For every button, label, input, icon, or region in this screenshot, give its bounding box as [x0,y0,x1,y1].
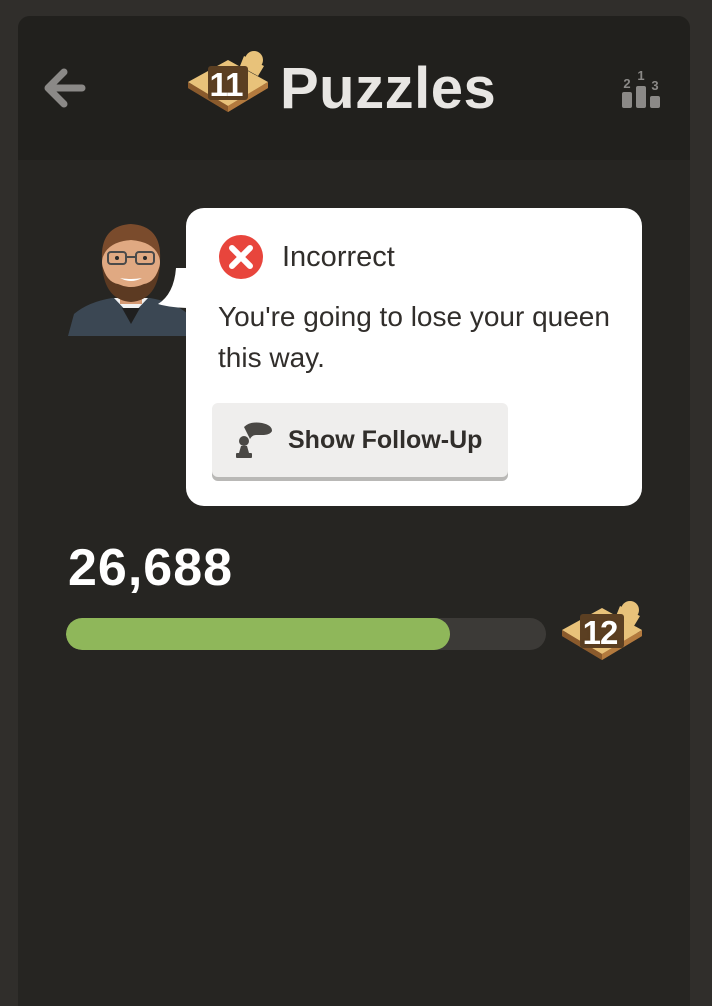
level-progress-fill [66,618,450,650]
feedback-bubble: Incorrect You're going to lose your quee… [186,208,642,506]
podium-rank-2: 2 [623,76,630,91]
puzzles-panel: 11 Puzzles 2 1 3 Incorrect You're going … [18,16,690,1006]
podium-icon: 2 1 3 [622,68,660,108]
x-circle-icon [219,235,263,279]
header-bar: 11 Puzzles 2 1 3 [18,16,690,160]
puzzle-level-number: 11 [209,66,244,103]
show-follow-up-label: Show Follow-Up [288,425,483,454]
leaderboard-button[interactable]: 2 1 3 [616,64,666,112]
show-follow-up-button[interactable]: Show Follow-Up [212,403,508,477]
next-level-number: 12 [582,614,619,651]
next-level-badge: 12 [558,594,646,678]
feedback-message: You're going to lose your queen this way… [218,301,610,373]
page-title-group: 11 Puzzles [184,46,496,130]
page-title: Puzzles [280,55,497,121]
level-progress-bar [66,618,546,650]
puzzle-rating: 26,688 [68,539,234,597]
back-button[interactable] [42,66,88,110]
podium-rank-1: 1 [637,68,644,83]
podium-rank-3: 3 [651,78,658,93]
puzzle-level-badge: 11 [184,46,272,130]
feedback-status-label: Incorrect [282,240,395,273]
arrow-left-icon [44,68,86,108]
feedback-status-row: Incorrect [218,234,395,280]
chess-pawn-hint-icon [236,422,272,458]
